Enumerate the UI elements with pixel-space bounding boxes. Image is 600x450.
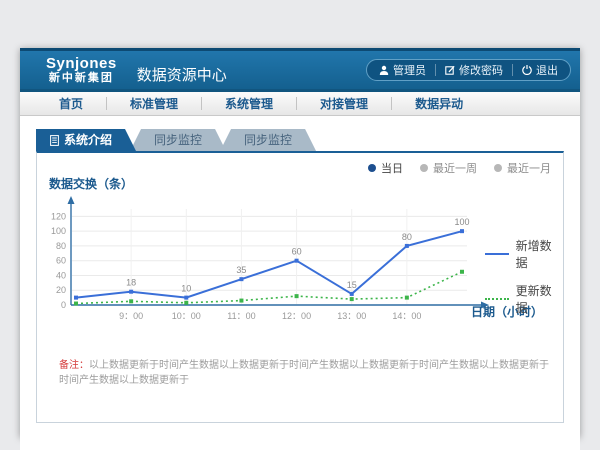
user-toolbar: 管理员 修改密码 退出: [366, 59, 571, 81]
radio-dot-icon: [494, 164, 502, 172]
svg-text:10：00: 10：00: [172, 311, 201, 321]
svg-text:35: 35: [236, 265, 246, 275]
solid-line-icon: [485, 253, 509, 255]
chart-panel: 当日 最近一周 最近一月 数据交换（条） 0 20 40 60 80 100 120 9：00…: [36, 151, 564, 423]
footer-note: 备注：以上数据更新于时间产生数据以上数据更新于时间产生数据以上数据更新于时间产生…: [59, 358, 549, 388]
user-icon: [379, 65, 389, 75]
filter-last-week[interactable]: 最近一周: [420, 160, 477, 176]
svg-text:20: 20: [56, 285, 66, 295]
nav-item-standard-mgmt[interactable]: 标准管理: [107, 95, 201, 112]
filter-label: 当日: [381, 160, 403, 176]
edit-icon: [445, 65, 455, 75]
header-bar: Synjones 新中新集团 数据资源中心 管理员 修改密码: [20, 48, 580, 92]
svg-text:13：00: 13：00: [337, 311, 366, 321]
tab-sync-monitor-1[interactable]: 同步监控: [130, 129, 226, 151]
svg-text:12：00: 12：00: [282, 311, 311, 321]
svg-text:9：00: 9：00: [119, 311, 143, 321]
svg-text:40: 40: [56, 270, 66, 280]
svg-text:14：00: 14：00: [392, 311, 421, 321]
change-password-button[interactable]: 修改密码: [436, 62, 512, 78]
filter-label: 最近一月: [507, 160, 551, 176]
logo-text-en: Synjones: [46, 55, 117, 72]
tab-bar: 系统介绍 同步监控 同步监控: [36, 129, 580, 151]
admin-user-label: 管理员: [393, 62, 426, 78]
svg-text:80: 80: [402, 232, 412, 242]
svg-text:0: 0: [61, 300, 66, 310]
svg-text:80: 80: [56, 241, 66, 251]
content-area: 系统介绍 同步监控 同步监控 当日 最近一周: [20, 129, 580, 450]
page-title: 数据资源中心: [137, 64, 227, 85]
app-window: Synjones 新中新集团 数据资源中心 管理员 修改密码: [20, 48, 580, 437]
svg-text:60: 60: [56, 256, 66, 266]
change-password-label: 修改密码: [459, 62, 503, 78]
tab-sync-monitor-2[interactable]: 同步监控: [220, 129, 316, 151]
main-nav: 首页 标准管理 系统管理 对接管理 数据异动: [20, 92, 580, 116]
filter-today[interactable]: 当日: [368, 160, 403, 176]
document-icon: [50, 135, 59, 146]
logo-text-cn: 新中新集团: [46, 72, 117, 85]
logout-button[interactable]: 退出: [513, 62, 567, 78]
tab-label: 系统介绍: [64, 129, 112, 151]
svg-text:11：00: 11：00: [227, 311, 255, 321]
legend-label: 更新数据: [516, 282, 563, 316]
svg-text:60: 60: [292, 247, 302, 257]
note-text: 以上数据更新于时间产生数据以上数据更新于时间产生数据以上数据更新于时间产生数据以…: [59, 360, 549, 386]
radio-dot-icon: [368, 164, 376, 172]
legend-label: 新增数据: [516, 237, 563, 271]
chart-legend: 新增数据 更新数据: [485, 237, 563, 327]
note-label: 备注：: [59, 360, 89, 371]
exchange-line-chart: 0 20 40 60 80 100 120 9：00 10：00 11：00 12：00 13：00 1…: [37, 193, 497, 325]
logout-label: 退出: [536, 62, 558, 78]
tab-label: 同步监控: [244, 129, 292, 151]
dotted-line-icon: [485, 298, 509, 300]
radio-dot-icon: [420, 164, 428, 172]
nav-item-data-change[interactable]: 数据异动: [392, 95, 486, 112]
legend-update-data: 更新数据: [485, 282, 563, 316]
svg-text:10: 10: [181, 284, 191, 294]
svg-text:100: 100: [454, 217, 469, 227]
legend-new-data: 新增数据: [485, 237, 563, 271]
company-logo[interactable]: Synjones 新中新集团: [46, 55, 117, 85]
filter-label: 最近一周: [433, 160, 477, 176]
svg-text:15: 15: [347, 280, 357, 290]
filter-last-month[interactable]: 最近一月: [494, 160, 551, 176]
nav-item-home[interactable]: 首页: [36, 95, 106, 112]
nav-item-interface-mgmt[interactable]: 对接管理: [297, 95, 391, 112]
tab-label: 同步监控: [154, 129, 202, 151]
admin-user-button[interactable]: 管理员: [370, 62, 435, 78]
svg-text:18: 18: [126, 278, 136, 288]
svg-text:100: 100: [51, 226, 66, 236]
nav-item-system-mgmt[interactable]: 系统管理: [202, 95, 296, 112]
time-range-filter: 当日 最近一周 最近一月: [368, 160, 551, 176]
y-axis-title: 数据交换（条）: [49, 175, 133, 192]
tab-system-intro[interactable]: 系统介绍: [36, 129, 136, 151]
power-icon: [522, 65, 532, 75]
svg-text:120: 120: [51, 211, 66, 221]
